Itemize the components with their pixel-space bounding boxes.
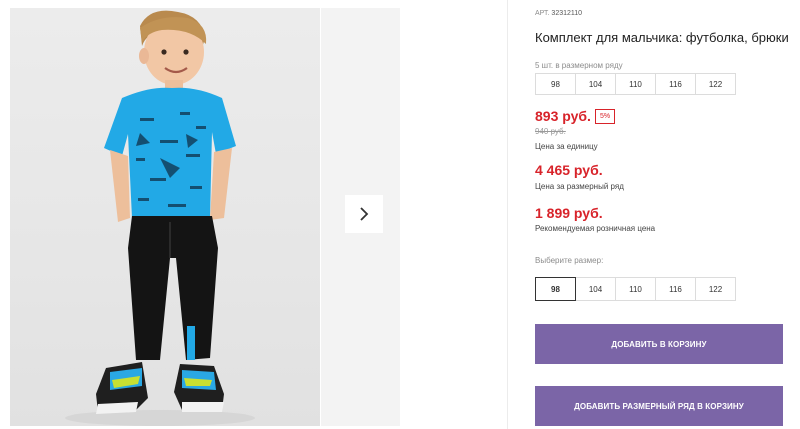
boy-illustration bbox=[65, 10, 255, 426]
size-row-item: 104 bbox=[575, 73, 616, 95]
size-option-122[interactable]: 122 bbox=[695, 277, 736, 301]
row-price: 4 465 руб. bbox=[535, 162, 603, 178]
size-row-item: 98 bbox=[535, 73, 576, 95]
product-info: АРТ. 32312110 Комплект для мальчика: фут… bbox=[535, 0, 800, 429]
size-row-note: 5 шт. в размерном ряду bbox=[535, 61, 623, 70]
size-row-item: 110 bbox=[615, 73, 656, 95]
column-divider bbox=[507, 0, 508, 429]
retail-price-label: Рекомендуемая розничная цена bbox=[535, 224, 656, 233]
chevron-right-icon bbox=[360, 207, 369, 221]
unit-price-label: Цена за единицу bbox=[535, 142, 598, 151]
choose-size-label: Выберите размер: bbox=[535, 256, 604, 265]
article-number: АРТ. 32312110 bbox=[535, 10, 582, 17]
product-photo[interactable] bbox=[10, 8, 320, 426]
add-to-cart-button[interactable]: ДОБАВИТЬ В КОРЗИНУ bbox=[535, 324, 783, 364]
add-size-row-to-cart-button[interactable]: ДОБАВИТЬ РАЗМЕРНЫЙ РЯД В КОРЗИНУ bbox=[535, 386, 783, 426]
row-price-label: Цена за размерный ряд bbox=[535, 182, 624, 191]
size-option-98[interactable]: 98 bbox=[535, 277, 576, 301]
size-row-list: 98 104 110 116 122 bbox=[535, 73, 736, 95]
retail-price: 1 899 руб. bbox=[535, 205, 603, 221]
article-label: АРТ. bbox=[535, 10, 550, 17]
discount-badge: 5% bbox=[595, 109, 616, 124]
size-row-item: 122 bbox=[695, 73, 736, 95]
size-selector: 98 104 110 116 122 bbox=[535, 277, 736, 301]
unit-price: 893 руб. bbox=[535, 108, 591, 124]
size-option-116[interactable]: 116 bbox=[655, 277, 696, 301]
size-option-104[interactable]: 104 bbox=[575, 277, 616, 301]
gallery-next-button[interactable] bbox=[345, 195, 383, 233]
article-value: 32312110 bbox=[551, 10, 583, 17]
size-row-item: 116 bbox=[655, 73, 696, 95]
product-title: Комплект для мальчика: футболка, брюки bbox=[535, 30, 789, 45]
product-gallery bbox=[0, 0, 400, 429]
size-option-110[interactable]: 110 bbox=[615, 277, 656, 301]
old-price: 940 руб. bbox=[535, 127, 566, 136]
